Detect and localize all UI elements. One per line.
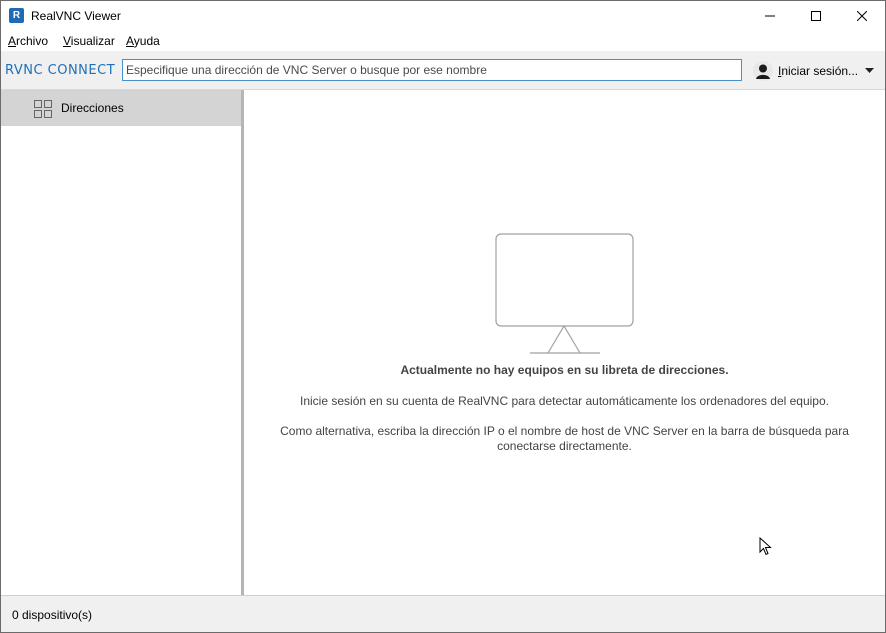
mouse-cursor-icon — [759, 537, 772, 556]
close-button[interactable] — [839, 1, 885, 31]
sidebar-item-direcciones[interactable]: Direcciones — [1, 90, 241, 126]
grid-icon — [34, 100, 52, 118]
minimize-button[interactable] — [747, 1, 793, 31]
sidebar-item-label: Direcciones — [61, 101, 124, 115]
toolbar: RVNC CONNECT Iniciar sesión... — [1, 51, 885, 90]
app-icon: R — [9, 8, 24, 23]
empty-state-title: Actualmente no hay equipos en su libreta… — [400, 363, 729, 377]
status-bar: 0 dispositivo(s) — [1, 595, 885, 632]
sidebar: Direcciones — [1, 90, 244, 595]
monitor-icon — [495, 233, 634, 354]
menu-ayuda[interactable]: Ayuda — [126, 34, 160, 48]
search-input[interactable] — [122, 59, 742, 81]
close-icon — [857, 11, 867, 21]
signin-label: Iniciar sesión... — [778, 64, 859, 78]
signin-button[interactable]: Iniciar sesión... — [753, 60, 858, 82]
realvnc-viewer-window: R RealVNC Viewer Archivo Visualizar Ayud… — [0, 0, 886, 633]
main-content: Actualmente no hay equipos en su libreta… — [244, 90, 885, 595]
menu-visualizar[interactable]: Visualizar — [63, 34, 115, 48]
chevron-down-icon[interactable] — [865, 68, 874, 74]
menu-bar: Archivo Visualizar Ayuda — [1, 31, 885, 51]
empty-state-signin-hint: Inicie sesión en su cuenta de RealVNC pa… — [300, 394, 829, 408]
user-avatar-icon — [753, 61, 773, 81]
maximize-button[interactable] — [793, 1, 839, 31]
device-count: 0 dispositivo(s) — [12, 608, 93, 622]
vnc-connect-logo: RVNC CONNECT — [5, 63, 116, 78]
minimize-icon — [765, 15, 775, 17]
empty-state-search-hint: Como alternativa, escriba la dirección I… — [280, 424, 849, 453]
menu-archivo[interactable]: Archivo — [8, 34, 48, 48]
title-bar[interactable]: R RealVNC Viewer — [1, 1, 885, 31]
window-title: RealVNC Viewer — [31, 9, 121, 23]
maximize-icon — [811, 11, 821, 21]
